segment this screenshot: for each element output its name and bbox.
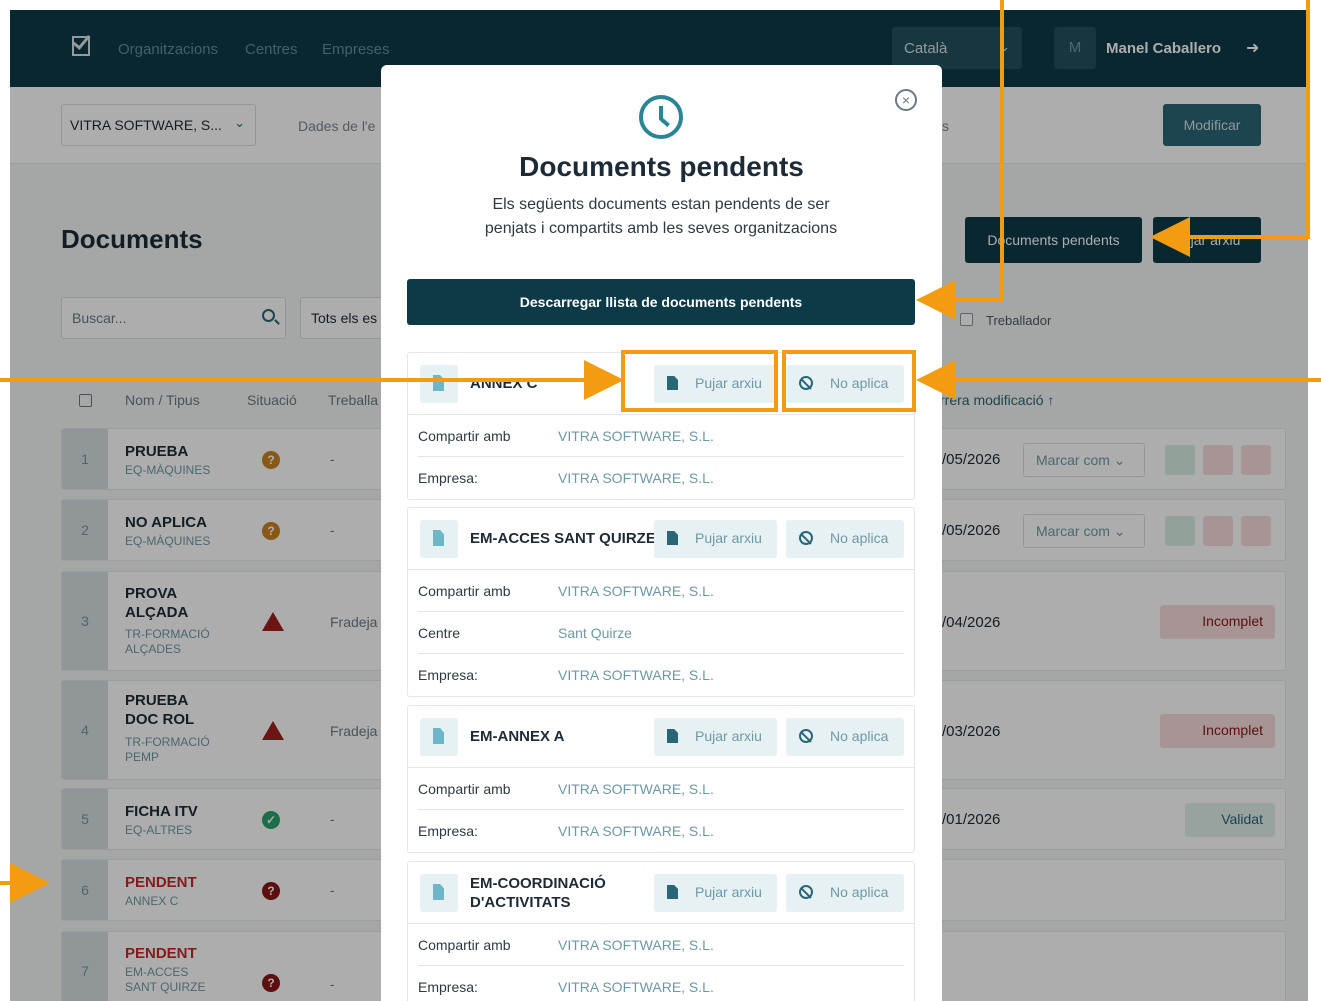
field-label: Compartir amb — [418, 781, 511, 797]
field-label: Empresa: — [418, 470, 478, 486]
field-value-link[interactable]: VITRA SOFTWARE, S.L. — [558, 979, 714, 995]
field-label: Empresa: — [418, 823, 478, 839]
highlight-box-not-applicable — [782, 350, 916, 412]
not-applicable-button[interactable]: No aplica — [786, 874, 904, 912]
not-applicable-label: No aplica — [830, 884, 889, 900]
pending-document-card: EM-COORDINACIÓ D'ACTIVITATS Pujar arxiu … — [407, 861, 915, 1001]
field-label: Empresa: — [418, 979, 478, 995]
upload-file-button[interactable]: Pujar arxiu — [654, 520, 777, 558]
field-value-link[interactable]: VITRA SOFTWARE, S.L. — [558, 781, 714, 797]
upload-label: Pujar arxiu — [695, 530, 762, 546]
not-applicable-label: No aplica — [830, 728, 889, 744]
upload-file-button[interactable]: Pujar arxiu — [654, 718, 777, 756]
pending-document-card: EM-ANNEX A Pujar arxiu No aplica Compart… — [407, 705, 915, 853]
modal-title: Documents pendents — [519, 151, 804, 182]
upload-label: Pujar arxiu — [695, 884, 762, 900]
highlight-box-upload — [621, 350, 778, 412]
field-value-link[interactable]: Sant Quirze — [558, 625, 632, 641]
ban-icon — [799, 729, 813, 743]
document-icon — [420, 365, 458, 403]
field-value-link[interactable]: VITRA SOFTWARE, S.L. — [558, 583, 714, 599]
close-icon[interactable]: × — [895, 89, 917, 111]
field-value-link[interactable]: VITRA SOFTWARE, S.L. — [558, 667, 714, 683]
pending-document-name: EM-ANNEX A — [470, 728, 565, 745]
document-icon — [420, 520, 458, 558]
field-label: Compartir amb — [418, 428, 511, 444]
clock-icon — [639, 95, 683, 139]
field-label: Compartir amb — [418, 937, 511, 953]
modal-subtitle: Els següents documents estan pendents de… — [484, 196, 838, 237]
pending-document-name: EM-COORDINACIÓ D'ACTIVITATS — [470, 875, 606, 911]
field-value-link[interactable]: VITRA SOFTWARE, S.L. — [558, 428, 714, 444]
not-applicable-button[interactable]: No aplica — [786, 520, 904, 558]
document-icon — [420, 718, 458, 756]
ban-icon — [799, 531, 813, 545]
pending-document-name: EM-ACCES SANT QUIRZE — [470, 530, 656, 547]
pending-document-name: ANNEX C — [470, 375, 538, 392]
file-upload-icon — [667, 885, 678, 899]
pending-documents-modal: × Documents pendents Els següents docume… — [381, 65, 942, 1001]
upload-file-button[interactable]: Pujar arxiu — [654, 874, 777, 912]
field-value-link[interactable]: VITRA SOFTWARE, S.L. — [558, 823, 714, 839]
upload-label: Pujar arxiu — [695, 728, 762, 744]
pending-document-card: EM-ACCES SANT QUIRZE Pujar arxiu No apli… — [407, 507, 915, 697]
file-upload-icon — [667, 531, 678, 545]
field-label: Empresa: — [418, 667, 478, 683]
download-pending-list-button[interactable]: Descarregar llista de documents pendents — [407, 279, 915, 325]
field-value-link[interactable]: VITRA SOFTWARE, S.L. — [558, 937, 714, 953]
document-icon — [420, 874, 458, 912]
field-label: Compartir amb — [418, 583, 511, 599]
field-value-link[interactable]: VITRA SOFTWARE, S.L. — [558, 470, 714, 486]
app-window: Organitzacions Centres Empreses Català ⌄… — [10, 10, 1308, 1001]
not-applicable-button[interactable]: No aplica — [786, 718, 904, 756]
field-label: Centre — [418, 625, 461, 641]
ban-icon — [799, 885, 813, 899]
not-applicable-label: No aplica — [830, 530, 889, 546]
file-upload-icon — [667, 729, 678, 743]
